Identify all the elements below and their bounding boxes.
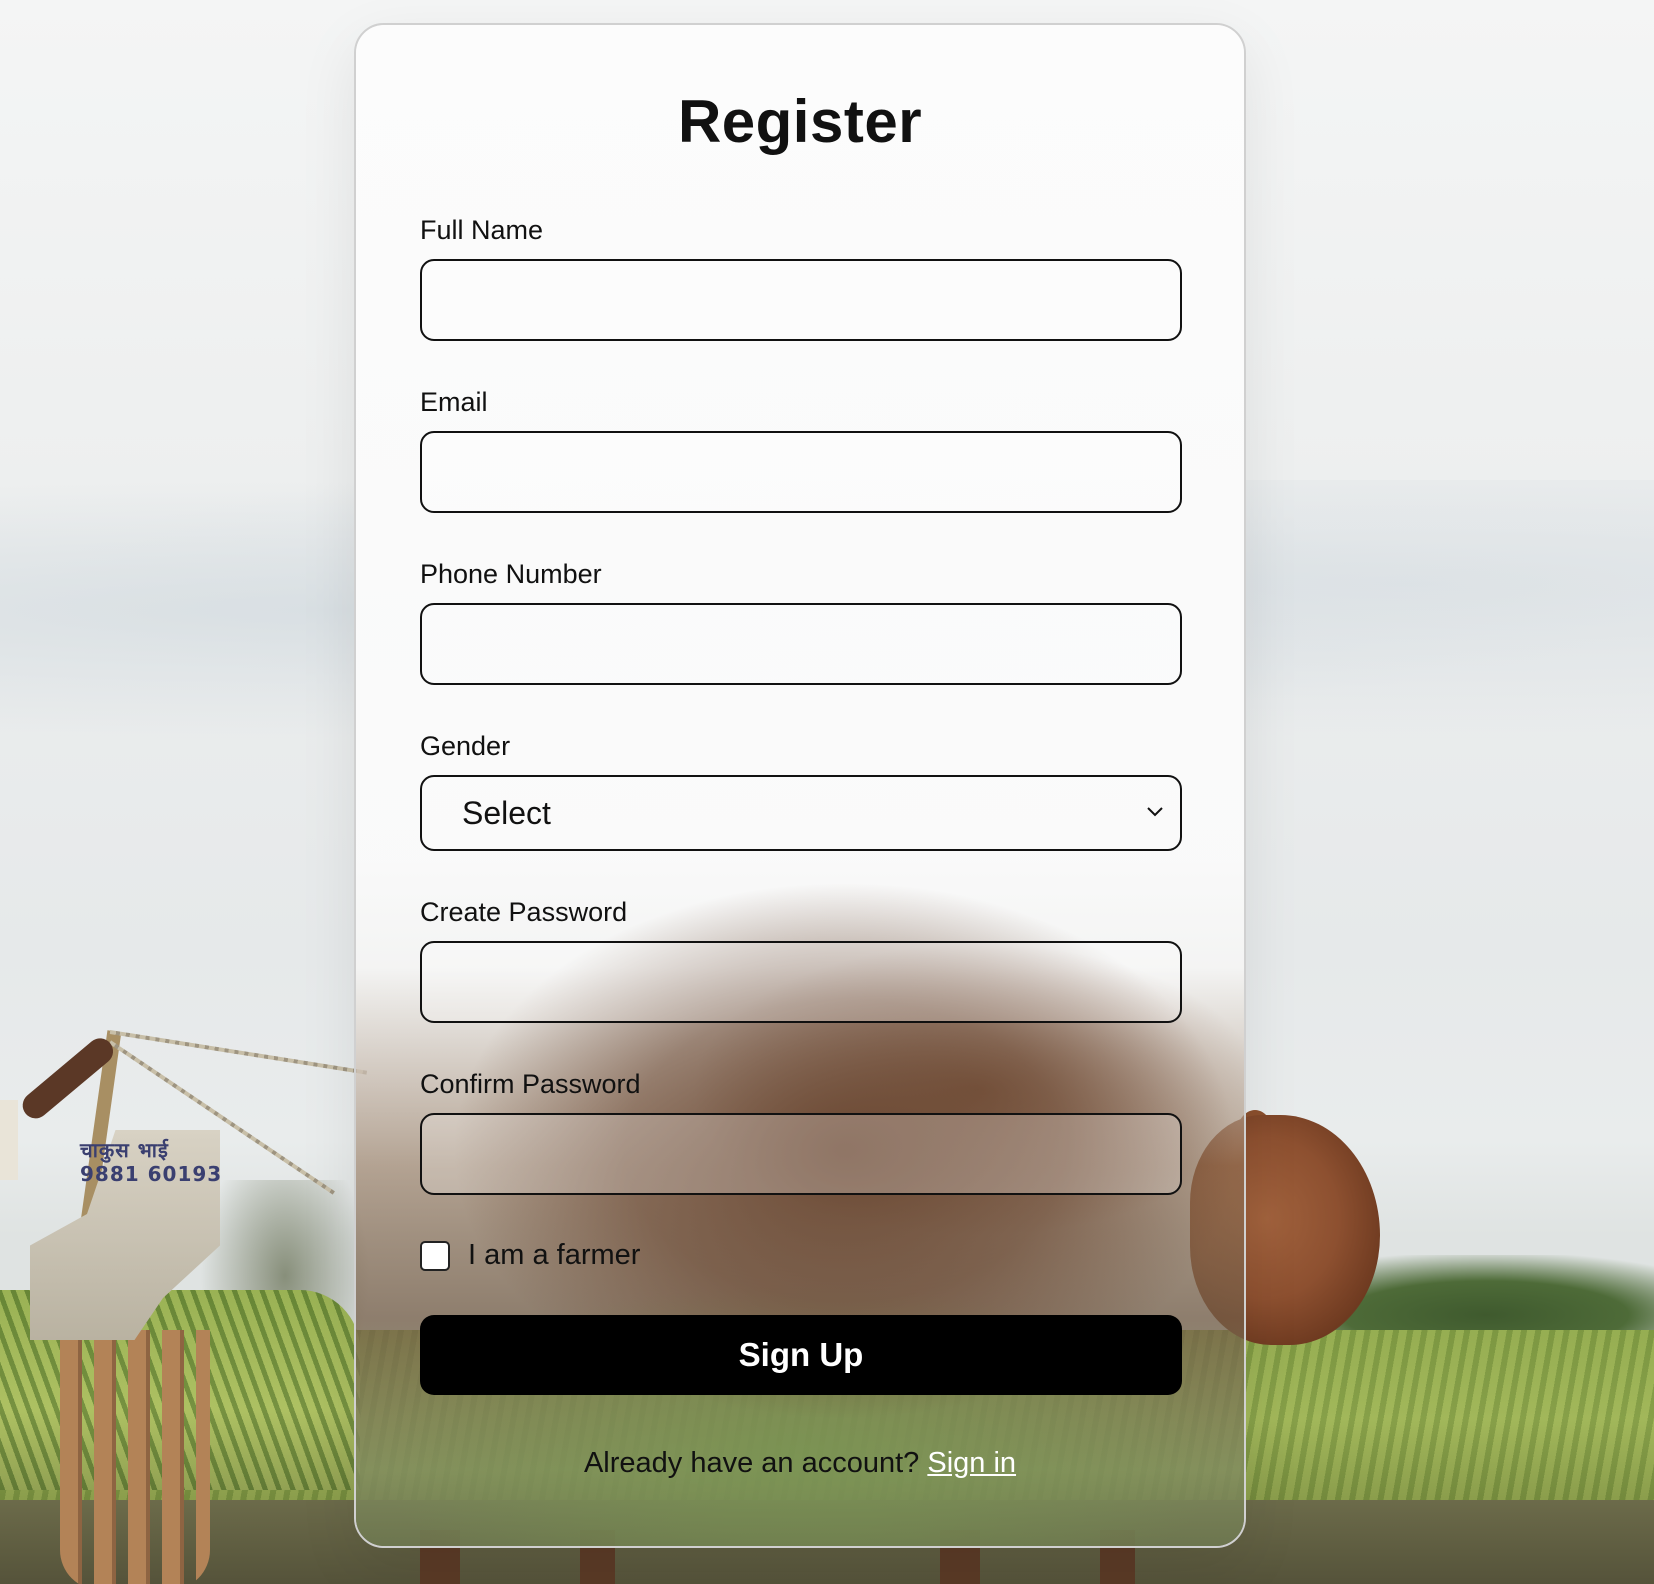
create-password-label: Create Password [420, 897, 628, 927]
confirm-password-input[interactable] [420, 1113, 1182, 1195]
signin-prompt-text: Already have an account? [583, 1447, 920, 1479]
farmer-checkbox[interactable] [420, 1241, 450, 1271]
full-name-label: Full Name [420, 215, 544, 245]
register-form: Register Full Name Email Phone Number Ge… [356, 25, 1244, 1546]
hopper-text-line1: चाकुस भाई [80, 1138, 169, 1162]
confirm-password-label: Confirm Password [420, 1069, 641, 1099]
hopper-painted-text: चाकुस भाई 9881 60193 [80, 1138, 222, 1186]
email-label: Email [420, 387, 488, 417]
registration-page: चाकुस भाई 9881 60193 Register Full Name … [0, 0, 1654, 1584]
gender-label: Gender [420, 731, 511, 761]
chevron-down-icon [1147, 807, 1163, 817]
form-title: Register [677, 88, 923, 155]
phone-number-input[interactable] [420, 603, 1182, 685]
sign-up-button[interactable]: Sign Up [420, 1315, 1182, 1395]
seed-drill-tubes [60, 1330, 210, 1584]
signin-prompt: Already have an account? Sign in [356, 1447, 1244, 1480]
phone-number-label: Phone Number [420, 559, 602, 589]
hopper-text-line2: 9881 60193 [80, 1162, 223, 1186]
gender-selected-value: Select [462, 795, 551, 831]
gender-select[interactable]: Select [420, 775, 1182, 851]
farmer-checkbox-label[interactable]: I am a farmer [468, 1239, 640, 1272]
farmer-shirt [0, 1100, 18, 1180]
email-input[interactable] [420, 431, 1182, 513]
register-card: Register Full Name Email Phone Number Ge… [354, 23, 1246, 1548]
sign-in-link[interactable]: Sign in [927, 1447, 1016, 1479]
full-name-input[interactable] [420, 259, 1182, 341]
create-password-input[interactable] [420, 941, 1182, 1023]
